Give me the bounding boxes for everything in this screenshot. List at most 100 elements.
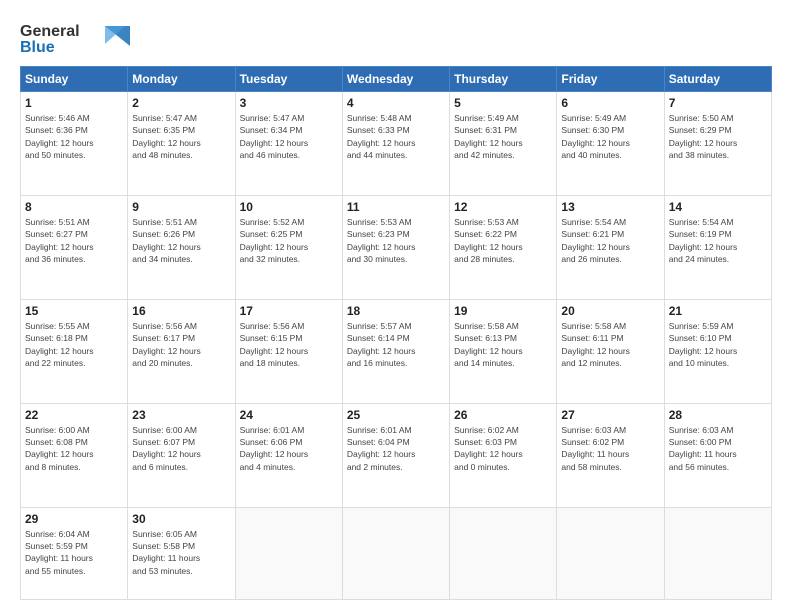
day-number: 19 (454, 304, 552, 318)
weekday-header-monday: Monday (128, 67, 235, 92)
day-info: Sunrise: 6:01 AM Sunset: 6:06 PM Dayligh… (240, 424, 338, 473)
calendar-body: 1 Sunrise: 5:46 AM Sunset: 6:36 PM Daylig… (21, 92, 772, 600)
logo-svg: General Blue (20, 18, 130, 56)
calendar-cell: 15 Sunrise: 5:55 AM Sunset: 6:18 PM Dayli… (21, 299, 128, 403)
svg-text:General: General (20, 23, 80, 40)
day-info: Sunrise: 6:04 AM Sunset: 5:59 PM Dayligh… (25, 528, 123, 577)
calendar-cell: 23Sunrise: 6:00 AM Sunset: 6:07 PM Dayli… (128, 403, 235, 507)
day-number: 17 (240, 304, 338, 318)
week-row-3: 15 Sunrise: 5:55 AM Sunset: 6:18 PM Dayli… (21, 299, 772, 403)
week-row-4: 22 Sunrise: 6:00 AM Sunset: 6:08 PM Dayli… (21, 403, 772, 507)
day-info: Sunrise: 6:00 AM Sunset: 6:08 PM Dayligh… (25, 424, 123, 473)
weekday-header-sunday: Sunday (21, 67, 128, 92)
calendar-cell (664, 507, 771, 599)
calendar-cell: 30 Sunrise: 6:05 AM Sunset: 5:58 PM Dayli… (128, 507, 235, 599)
day-number: 1 (25, 96, 123, 110)
day-number: 24 (240, 408, 338, 422)
calendar-table: SundayMondayTuesdayWednesdayThursdayFrid… (20, 66, 772, 600)
calendar-cell: 26 Sunrise: 6:02 AM Sunset: 6:03 PM Dayli… (450, 403, 557, 507)
day-info: Sunrise: 5:57 AM Sunset: 6:14 PM Dayligh… (347, 320, 445, 369)
calendar-cell: 19 Sunrise: 5:58 AM Sunset: 6:13 PM Dayli… (450, 299, 557, 403)
svg-text:Blue: Blue (20, 39, 55, 56)
calendar-cell (557, 507, 664, 599)
day-info: Sunrise: 5:59 AM Sunset: 6:10 PM Dayligh… (669, 320, 767, 369)
calendar-cell: 13 Sunrise: 5:54 AM Sunset: 6:21 PM Dayli… (557, 195, 664, 299)
calendar-cell (235, 507, 342, 599)
day-number: 14 (669, 200, 767, 214)
day-number: 27 (561, 408, 659, 422)
calendar-cell: 24 Sunrise: 6:01 AM Sunset: 6:06 PM Dayli… (235, 403, 342, 507)
day-info: Sunrise: 5:56 AM Sunset: 6:17 PM Dayligh… (132, 320, 230, 369)
calendar-cell: 6 Sunrise: 5:49 AM Sunset: 6:30 PM Daylig… (557, 92, 664, 196)
day-info: Sunrise: 5:47 AM Sunset: 6:34 PM Dayligh… (240, 112, 338, 161)
weekday-header-saturday: Saturday (664, 67, 771, 92)
calendar-cell: 5Sunrise: 5:49 AM Sunset: 6:31 PM Daylig… (450, 92, 557, 196)
calendar-cell: 29 Sunrise: 6:04 AM Sunset: 5:59 PM Dayli… (21, 507, 128, 599)
day-info: Sunrise: 5:52 AM Sunset: 6:25 PM Dayligh… (240, 216, 338, 265)
weekday-header-wednesday: Wednesday (342, 67, 449, 92)
day-number: 22 (25, 408, 123, 422)
calendar-cell: 12 Sunrise: 5:53 AM Sunset: 6:22 PM Dayli… (450, 195, 557, 299)
day-info: Sunrise: 5:54 AM Sunset: 6:19 PM Dayligh… (669, 216, 767, 265)
calendar-cell: 4 Sunrise: 5:48 AM Sunset: 6:33 PM Daylig… (342, 92, 449, 196)
day-number: 11 (347, 200, 445, 214)
day-info: Sunrise: 6:03 AM Sunset: 6:00 PM Dayligh… (669, 424, 767, 473)
calendar-cell: 8Sunrise: 5:51 AM Sunset: 6:27 PM Daylig… (21, 195, 128, 299)
day-number: 15 (25, 304, 123, 318)
day-number: 13 (561, 200, 659, 214)
calendar-cell: 9 Sunrise: 5:51 AM Sunset: 6:26 PM Daylig… (128, 195, 235, 299)
day-number: 20 (561, 304, 659, 318)
day-info: Sunrise: 5:55 AM Sunset: 6:18 PM Dayligh… (25, 320, 123, 369)
day-number: 6 (561, 96, 659, 110)
calendar-cell: 22 Sunrise: 6:00 AM Sunset: 6:08 PM Dayli… (21, 403, 128, 507)
day-info: Sunrise: 5:51 AM Sunset: 6:26 PM Dayligh… (132, 216, 230, 265)
calendar-cell: 7Sunrise: 5:50 AM Sunset: 6:29 PM Daylig… (664, 92, 771, 196)
day-info: Sunrise: 5:46 AM Sunset: 6:36 PM Dayligh… (25, 112, 123, 161)
calendar-cell (450, 507, 557, 599)
logo: General Blue (20, 18, 130, 56)
day-number: 29 (25, 512, 123, 526)
weekday-header-tuesday: Tuesday (235, 67, 342, 92)
calendar-cell: 2 Sunrise: 5:47 AM Sunset: 6:35 PM Daylig… (128, 92, 235, 196)
day-number: 16 (132, 304, 230, 318)
day-info: Sunrise: 6:03 AM Sunset: 6:02 PM Dayligh… (561, 424, 659, 473)
day-info: Sunrise: 5:49 AM Sunset: 6:30 PM Dayligh… (561, 112, 659, 161)
day-info: Sunrise: 6:05 AM Sunset: 5:58 PM Dayligh… (132, 528, 230, 577)
calendar-cell: 17 Sunrise: 5:56 AM Sunset: 6:15 PM Dayli… (235, 299, 342, 403)
calendar-cell: 1 Sunrise: 5:46 AM Sunset: 6:36 PM Daylig… (21, 92, 128, 196)
week-row-1: 1 Sunrise: 5:46 AM Sunset: 6:36 PM Daylig… (21, 92, 772, 196)
day-number: 12 (454, 200, 552, 214)
day-number: 18 (347, 304, 445, 318)
day-info: Sunrise: 5:54 AM Sunset: 6:21 PM Dayligh… (561, 216, 659, 265)
calendar-cell: 28 Sunrise: 6:03 AM Sunset: 6:00 PM Dayli… (664, 403, 771, 507)
day-number: 5 (454, 96, 552, 110)
week-row-2: 8Sunrise: 5:51 AM Sunset: 6:27 PM Daylig… (21, 195, 772, 299)
day-number: 2 (132, 96, 230, 110)
day-number: 21 (669, 304, 767, 318)
day-info: Sunrise: 5:48 AM Sunset: 6:33 PM Dayligh… (347, 112, 445, 161)
day-number: 25 (347, 408, 445, 422)
day-number: 4 (347, 96, 445, 110)
weekday-header-friday: Friday (557, 67, 664, 92)
day-info: Sunrise: 5:51 AM Sunset: 6:27 PM Dayligh… (25, 216, 123, 265)
day-info: Sunrise: 6:02 AM Sunset: 6:03 PM Dayligh… (454, 424, 552, 473)
weekday-header-row: SundayMondayTuesdayWednesdayThursdayFrid… (21, 67, 772, 92)
calendar-cell: 14 Sunrise: 5:54 AM Sunset: 6:19 PM Dayli… (664, 195, 771, 299)
calendar-cell (342, 507, 449, 599)
weekday-header-thursday: Thursday (450, 67, 557, 92)
day-info: Sunrise: 5:53 AM Sunset: 6:22 PM Dayligh… (454, 216, 552, 265)
calendar-cell: 21 Sunrise: 5:59 AM Sunset: 6:10 PM Dayli… (664, 299, 771, 403)
calendar-cell: 16 Sunrise: 5:56 AM Sunset: 6:17 PM Dayli… (128, 299, 235, 403)
day-number: 30 (132, 512, 230, 526)
day-info: Sunrise: 5:47 AM Sunset: 6:35 PM Dayligh… (132, 112, 230, 161)
day-info: Sunrise: 5:56 AM Sunset: 6:15 PM Dayligh… (240, 320, 338, 369)
calendar-cell: 20Sunrise: 5:58 AM Sunset: 6:11 PM Dayli… (557, 299, 664, 403)
calendar-page: General Blue SundayMondayTuesdayWednesda… (0, 0, 792, 612)
page-header: General Blue (20, 18, 772, 56)
day-info: Sunrise: 5:58 AM Sunset: 6:13 PM Dayligh… (454, 320, 552, 369)
day-number: 9 (132, 200, 230, 214)
day-number: 7 (669, 96, 767, 110)
day-number: 28 (669, 408, 767, 422)
day-number: 26 (454, 408, 552, 422)
day-number: 3 (240, 96, 338, 110)
